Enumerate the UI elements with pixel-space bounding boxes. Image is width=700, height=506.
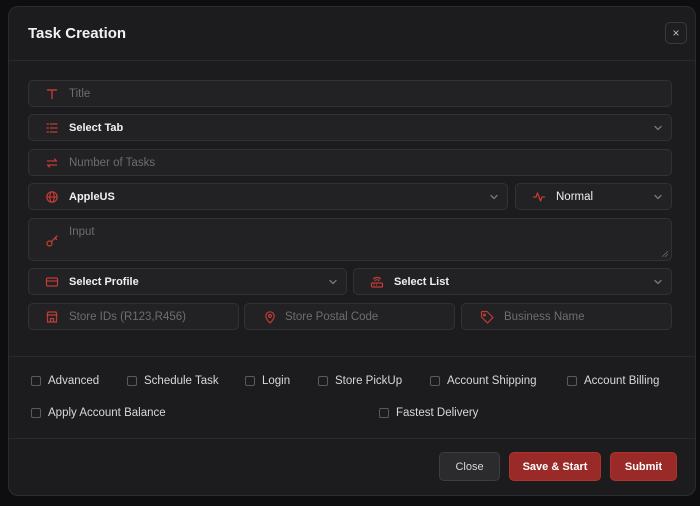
task-creation-dialog: Task Creation × Title Select Tab Number … — [8, 6, 696, 496]
dialog-header: Task Creation × — [9, 7, 695, 61]
store-value: AppleUS — [69, 190, 115, 203]
repeat-icon — [45, 156, 59, 170]
checkbox-box[interactable] — [430, 376, 440, 386]
store-ids-field[interactable]: Store IDs (R123,R456) — [28, 303, 239, 330]
checkbox-label: Fastest Delivery — [396, 407, 479, 419]
checkbox-box[interactable] — [245, 376, 255, 386]
list-icon — [45, 121, 59, 135]
checkbox-schedule-task[interactable]: Schedule Task — [127, 375, 219, 387]
activity-icon — [532, 190, 546, 204]
tag-icon — [480, 310, 494, 324]
checkbox-label: Account Shipping — [447, 375, 537, 387]
checkbox-box[interactable] — [379, 408, 389, 418]
store-icon — [45, 310, 59, 324]
router-icon — [370, 275, 384, 289]
number-of-tasks-placeholder: Number of Tasks — [69, 156, 156, 169]
chevron-down-icon — [653, 277, 663, 287]
input-textarea[interactable]: Input — [28, 218, 672, 261]
input-placeholder: Input — [69, 226, 95, 238]
map-pin-icon — [263, 310, 277, 324]
close-button[interactable]: Close — [439, 452, 500, 481]
select-tab-value: Select Tab — [69, 121, 124, 134]
checkbox-account-shipping[interactable]: Account Shipping — [430, 375, 537, 387]
checkbox-box[interactable] — [31, 408, 41, 418]
key-icon — [45, 234, 59, 248]
submit-button[interactable]: Submit — [610, 452, 677, 481]
checkbox-label: Account Billing — [584, 375, 660, 387]
checkbox-account-billing[interactable]: Account Billing — [567, 375, 659, 387]
checkbox-apply-account-balance[interactable]: Apply Account Balance — [31, 407, 166, 419]
credit-card-icon — [45, 275, 59, 289]
chevron-down-icon — [653, 192, 663, 202]
profile-value: Select Profile — [69, 275, 139, 288]
globe-icon — [45, 190, 59, 204]
resize-handle-icon[interactable] — [662, 251, 668, 257]
checkbox-box[interactable] — [318, 376, 328, 386]
mode-value: Normal — [556, 190, 594, 203]
checkbox-box[interactable] — [31, 376, 41, 386]
checkbox-login[interactable]: Login — [245, 375, 290, 387]
chevron-down-icon — [328, 277, 338, 287]
checkbox-box[interactable] — [127, 376, 137, 386]
checkbox-advanced[interactable]: Advanced — [31, 375, 99, 387]
checkbox-fastest-delivery[interactable]: Fastest Delivery — [379, 407, 478, 419]
chevron-down-icon — [653, 123, 663, 133]
checkbox-label: Apply Account Balance — [48, 407, 166, 419]
store-postal-code-field[interactable]: Store Postal Code — [244, 303, 455, 330]
checkbox-label: Store PickUp — [335, 375, 403, 387]
type-icon — [45, 87, 59, 101]
business-name-field[interactable]: Business Name — [461, 303, 672, 330]
section-divider — [9, 356, 695, 357]
store-dropdown[interactable]: AppleUS — [28, 183, 508, 210]
dialog-title: Task Creation — [28, 25, 127, 42]
title-placeholder: Title — [69, 87, 91, 100]
business-name-placeholder: Business Name — [504, 310, 585, 323]
checkbox-box[interactable] — [567, 376, 577, 386]
mode-dropdown[interactable]: Normal — [515, 183, 672, 210]
number-of-tasks-field[interactable]: Number of Tasks — [28, 149, 672, 176]
checkbox-label: Login — [262, 375, 291, 387]
save-and-start-button[interactable]: Save & Start — [509, 452, 601, 481]
checkbox-label: Schedule Task — [144, 375, 219, 387]
close-icon[interactable]: × — [665, 22, 687, 44]
select-tab-dropdown[interactable]: Select Tab — [28, 114, 672, 141]
list-dropdown[interactable]: Select List — [353, 268, 672, 295]
profile-dropdown[interactable]: Select Profile — [28, 268, 347, 295]
list-value: Select List — [394, 275, 450, 288]
chevron-down-icon — [489, 192, 499, 202]
store-ids-placeholder: Store IDs (R123,R456) — [69, 310, 186, 323]
footer-divider — [9, 438, 695, 439]
checkbox-label: Advanced — [48, 375, 100, 387]
title-field[interactable]: Title — [28, 80, 672, 107]
store-postal-code-placeholder: Store Postal Code — [285, 310, 379, 323]
checkbox-store-pickup[interactable]: Store PickUp — [318, 375, 402, 387]
